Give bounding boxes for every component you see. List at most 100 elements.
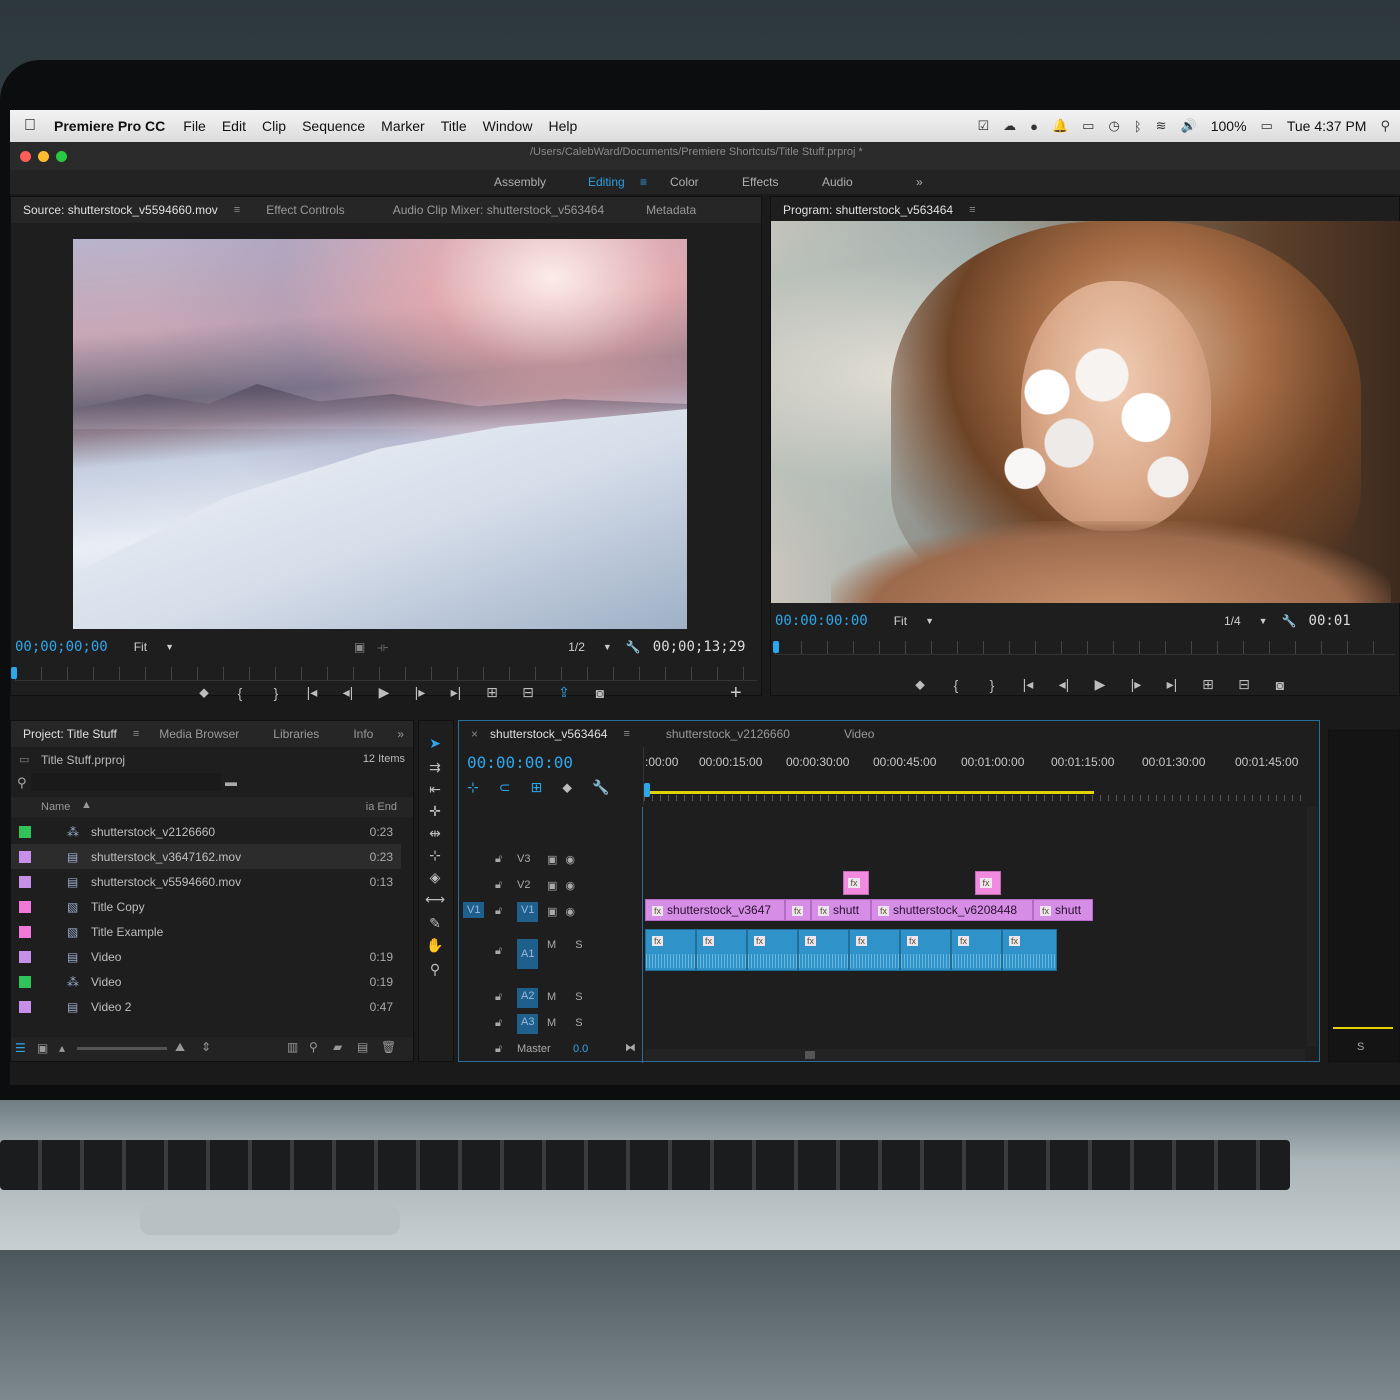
- freeform-view-icon[interactable]: ▴: [59, 1041, 65, 1055]
- track-toggle-icons[interactable]: ▣◉: [547, 879, 583, 892]
- drag-video-icon[interactable]: ▣: [354, 640, 365, 654]
- camera-icon[interactable]: ◙: [582, 685, 618, 701]
- track-name[interactable]: A1: [517, 939, 539, 969]
- zoom-slider[interactable]: [77, 1047, 167, 1050]
- label-color-chip[interactable]: [19, 875, 31, 888]
- tab-sequence-2126660[interactable]: shutterstock_v2126660: [654, 727, 802, 741]
- list-item[interactable]: ▤ Video 2 0:47: [11, 994, 401, 1019]
- panel-more-button[interactable]: »: [385, 727, 416, 741]
- workspace-assembly[interactable]: Assembly: [494, 175, 546, 189]
- time-machine-icon[interactable]: ◷: [1108, 118, 1119, 134]
- bluetooth-icon[interactable]: ᛒ: [1134, 119, 1142, 134]
- zoom-tool-icon[interactable]: ⚲: [423, 961, 447, 978]
- slide-tool-icon[interactable]: ⟷: [423, 891, 447, 908]
- panel-menu-icon[interactable]: ≡: [623, 728, 629, 740]
- program-zoom-select[interactable]: Fit ▼: [894, 614, 934, 628]
- lock-icon[interactable]: 🔓︎: [495, 945, 502, 958]
- tab-metadata[interactable]: Metadata: [634, 203, 708, 217]
- track-mute-solo[interactable]: M S: [547, 1017, 591, 1029]
- tab-media-browser[interactable]: Media Browser: [147, 727, 251, 741]
- tab-source[interactable]: Source: shutterstock_v5594660.mov: [11, 203, 230, 217]
- snap-icon[interactable]: ⊂: [499, 779, 511, 796]
- go-to-in-button[interactable]: |◂: [1010, 676, 1046, 693]
- step-forward-button[interactable]: |▸: [402, 684, 438, 701]
- workspace-color[interactable]: Color: [670, 175, 699, 189]
- insert-button[interactable]: ⊞: [474, 684, 510, 701]
- close-window-button[interactable]: [20, 150, 31, 162]
- find-icon[interactable]: ⚲: [309, 1040, 318, 1054]
- volume-icon[interactable]: 🔊: [1181, 118, 1197, 134]
- track-toggle-icons[interactable]: ▣◉: [547, 905, 583, 918]
- close-tab-icon[interactable]: ×: [459, 727, 490, 741]
- menu-help[interactable]: Help: [548, 118, 577, 134]
- step-back-button[interactable]: ◂|: [1046, 676, 1082, 693]
- search-icon[interactable]: ⚲: [17, 775, 27, 791]
- track-name[interactable]: A2: [517, 988, 539, 1008]
- airplay-icon[interactable]: ▭: [1082, 118, 1094, 134]
- label-color-chip[interactable]: [19, 900, 31, 913]
- lock-icon[interactable]: 🔓︎: [495, 853, 502, 866]
- audio-clip[interactable]: fx: [1002, 929, 1057, 971]
- list-item[interactable]: ▤ shutterstock_v3647162.mov 0:23: [11, 844, 401, 869]
- menu-clip[interactable]: Clip: [262, 118, 286, 134]
- menu-file[interactable]: File: [183, 118, 206, 134]
- track-name[interactable]: V2: [517, 879, 530, 891]
- list-item[interactable]: ⁂ Video 0:19: [11, 969, 401, 994]
- lift-button[interactable]: ⊞: [1190, 676, 1226, 693]
- clock[interactable]: Tue 4:37 PM: [1287, 118, 1367, 134]
- program-timecode[interactable]: 00:00:00:00: [775, 613, 868, 629]
- label-color-chip[interactable]: [19, 850, 31, 863]
- list-view-icon[interactable]: ☰: [15, 1041, 26, 1055]
- tab-program[interactable]: Program: shutterstock_v563464: [771, 203, 965, 217]
- program-video-frame[interactable]: [771, 221, 1400, 603]
- audio-clip[interactable]: fx: [900, 929, 951, 971]
- audio-clip[interactable]: fx: [849, 929, 900, 971]
- play-button[interactable]: ▶: [1082, 676, 1118, 693]
- timeline-playhead[interactable]: [644, 783, 650, 797]
- selection-tool-icon[interactable]: ➤: [423, 735, 447, 752]
- source-playhead[interactable]: [11, 667, 17, 679]
- workspace-more-button[interactable]: »: [916, 175, 923, 189]
- master-volume[interactable]: 0.0: [573, 1043, 588, 1055]
- linked-selection-icon[interactable]: ⊞: [530, 779, 542, 796]
- track-name[interactable]: V1: [517, 902, 539, 922]
- video-clip[interactable]: fx shutt: [1033, 899, 1093, 921]
- list-item[interactable]: ▧ Title Copy: [11, 894, 401, 919]
- zoom-window-button[interactable]: [56, 150, 67, 162]
- video-clip[interactable]: fx shutterstock_v3647: [645, 899, 785, 921]
- creative-cloud-icon[interactable]: ☁: [1003, 118, 1016, 134]
- battery-percent[interactable]: 100%: [1211, 118, 1247, 134]
- source-patch[interactable]: V1: [463, 902, 485, 918]
- title-clip[interactable]: fx: [843, 871, 869, 895]
- track-mute-solo[interactable]: M S: [547, 939, 591, 951]
- track-name[interactable]: Master: [517, 1043, 551, 1055]
- source-time-ruler[interactable]: [15, 667, 757, 681]
- label-color-chip[interactable]: [19, 1000, 31, 1013]
- slip-tool-icon[interactable]: ◈: [423, 869, 447, 886]
- project-search-input[interactable]: [31, 773, 221, 791]
- play-button[interactable]: ▶: [366, 684, 402, 701]
- tab-info[interactable]: Info: [341, 727, 385, 741]
- menu-marker[interactable]: Marker: [381, 118, 425, 134]
- workspace-audio[interactable]: Audio: [822, 175, 853, 189]
- list-item[interactable]: ⁂ shutterstock_v2126660 0:23: [11, 819, 401, 844]
- video-clip[interactable]: fx shutt: [811, 899, 871, 921]
- mark-out-button[interactable]: }: [974, 677, 1010, 693]
- label-color-chip[interactable]: [19, 975, 31, 988]
- vertical-scrollbar[interactable]: [1307, 807, 1317, 1047]
- lock-icon[interactable]: 🔓︎: [495, 991, 502, 1004]
- app-menu[interactable]: Premiere Pro CC: [54, 118, 165, 134]
- tab-effect-controls[interactable]: Effect Controls: [254, 203, 356, 217]
- rolling-edit-tool-icon[interactable]: ✛: [423, 803, 447, 820]
- column-media-end[interactable]: ia End: [366, 801, 397, 813]
- pen-tool-icon[interactable]: ✎: [423, 915, 447, 932]
- source-zoom-select[interactable]: Fit ▼: [134, 640, 174, 654]
- track-name[interactable]: A3: [517, 1014, 539, 1034]
- track-name[interactable]: V3: [517, 853, 530, 865]
- lock-icon[interactable]: 🔓︎: [495, 905, 502, 918]
- video-clip[interactable]: fx shutterstock_v6208448: [871, 899, 1033, 921]
- menu-sequence[interactable]: Sequence: [302, 118, 365, 134]
- tab-audio-clip-mixer[interactable]: Audio Clip Mixer: shutterstock_v563464: [381, 203, 616, 217]
- lock-icon[interactable]: 🔓︎: [495, 1017, 502, 1030]
- label-color-chip[interactable]: [19, 825, 31, 838]
